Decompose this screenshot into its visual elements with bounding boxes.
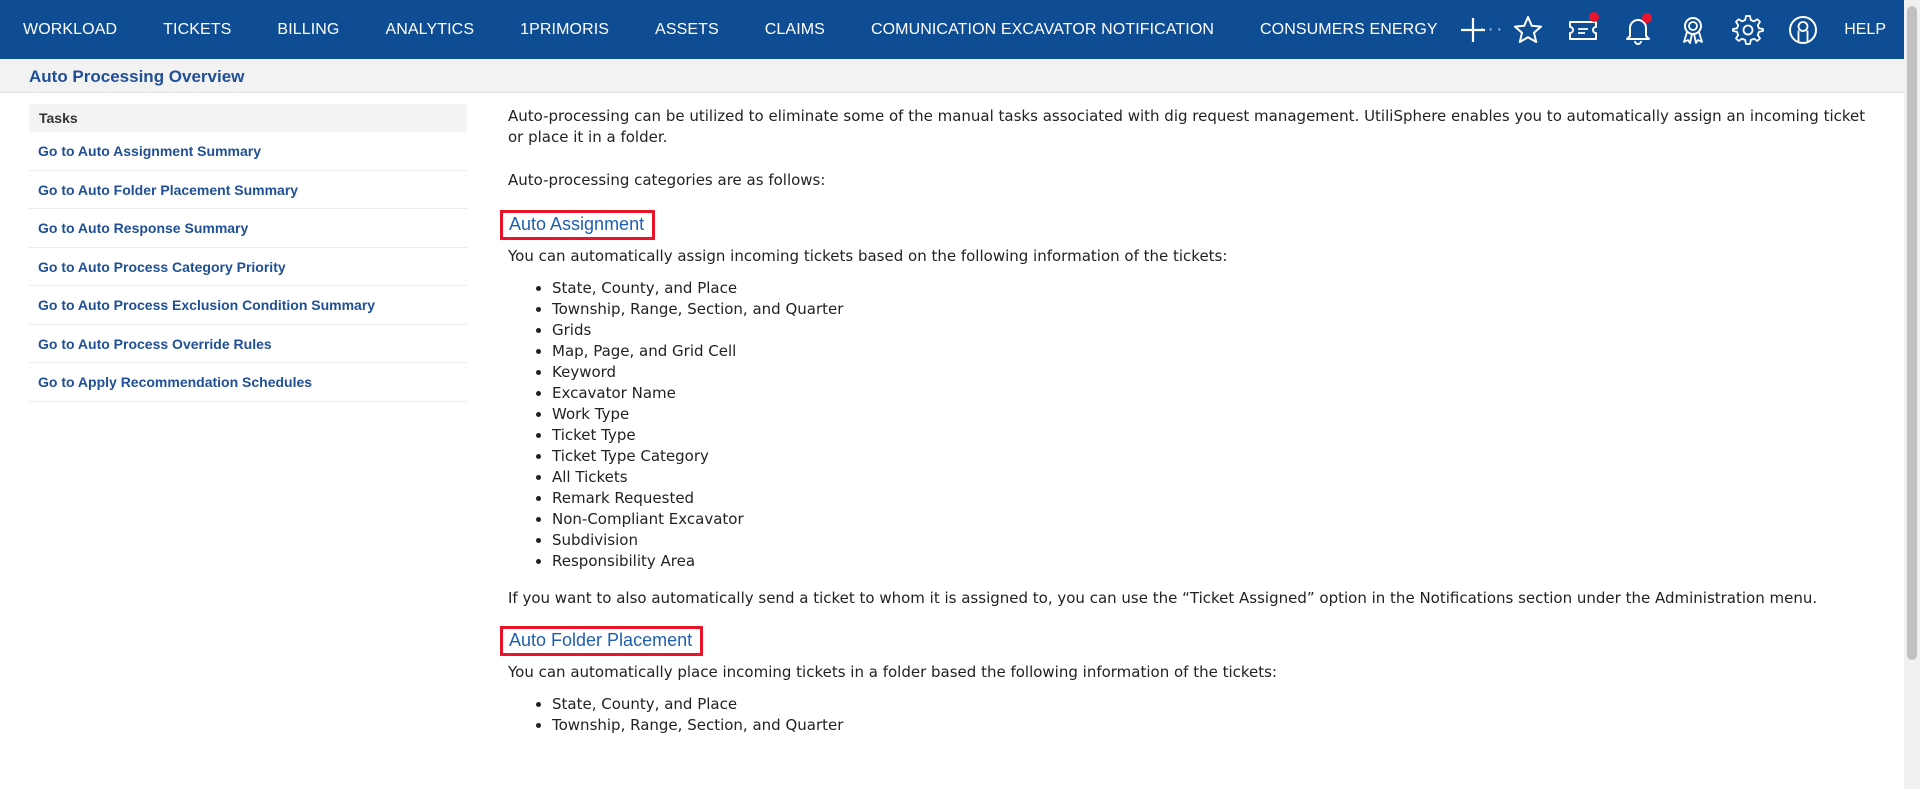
list-item: Map, Page, and Grid Cell [552,341,1878,362]
nav-item-consumers-energy[interactable]: CONSUMERS ENERGY [1237,0,1461,59]
auto-folder-placement-heading[interactable]: Auto Folder Placement [509,630,692,650]
intro-paragraph: Auto-processing can be utilized to elimi… [508,107,1866,146]
list-item: Grids [552,320,1878,341]
list-item: Keyword [552,362,1878,383]
auto-assignment-heading[interactable]: Auto Assignment [509,214,644,234]
nav-menu: WORKLOAD TICKETS BILLING ANALYTICS 1PRIM… [0,0,1523,59]
auto-folder-placement-highlight: Auto Folder Placement [500,626,704,656]
scrollbar-thumb[interactable] [1907,6,1917,660]
help-link[interactable]: HELP [1830,0,1904,59]
list-item: Township, Range, Section, and Quarter [552,715,1878,736]
tasks-sidebar: Tasks Go to Auto Assignment Summary Go t… [29,104,467,402]
award-icon[interactable] [1665,0,1720,59]
list-item: Responsibility Area [552,551,1878,572]
list-item: Non-Compliant Excavator [552,509,1878,530]
list-item: All Tickets [552,467,1878,488]
list-item: Work Type [552,404,1878,425]
nav-item-comunication-excavator-notification[interactable]: COMUNICATION EXCAVATOR NOTIFICATION [848,0,1237,59]
list-item: Ticket Type Category [552,446,1878,467]
nav-item-workload[interactable]: WORKLOAD [0,0,140,59]
auto-assignment-description: You can automatically assign incoming ti… [508,247,1228,265]
ticket-icon[interactable] [1555,0,1610,59]
list-item: Subdivision [552,530,1878,551]
sidebar-link-auto-assignment-summary[interactable]: Go to Auto Assignment Summary [29,132,467,171]
nav-item-assets[interactable]: ASSETS [632,0,742,59]
auto-folder-placement-list: State, County, and Place Township, Range… [508,694,1878,736]
nav-item-1primoris[interactable]: 1PRIMORIS [497,0,632,59]
nav-item-tickets[interactable]: TICKETS [140,0,254,59]
categories-intro: Auto-processing categories are as follow… [508,171,826,189]
auto-assignment-note: If you want to also automatically send a… [508,589,1818,607]
list-item: State, County, and Place [552,278,1878,299]
sidebar-link-auto-process-exclusion-condition-summary[interactable]: Go to Auto Process Exclusion Condition S… [29,286,467,325]
list-item: Township, Range, Section, and Quarter [552,299,1878,320]
auto-folder-placement-description: You can automatically place incoming tic… [508,663,1278,681]
nav-icon-group: HELP [1445,0,1904,59]
nav-item-claims[interactable]: CLAIMS [742,0,848,59]
nav-item-analytics[interactable]: ANALYTICS [362,0,497,59]
list-item: Excavator Name [552,383,1878,404]
sidebar-link-auto-folder-placement-summary[interactable]: Go to Auto Folder Placement Summary [29,171,467,209]
plus-icon[interactable] [1445,0,1500,59]
top-navigation-bar: WORKLOAD TICKETS BILLING ANALYTICS 1PRIM… [0,0,1904,59]
sidebar-link-apply-recommendation-schedules[interactable]: Go to Apply Recommendation Schedules [29,363,467,402]
star-icon[interactable] [1500,0,1555,59]
auto-assignment-list: State, County, and Place Township, Range… [508,278,1878,572]
page-title: Auto Processing Overview [29,67,245,86]
list-item: Remark Requested [552,488,1878,509]
sidebar-link-auto-response-summary[interactable]: Go to Auto Response Summary [29,209,467,248]
sidebar-link-auto-process-category-priority[interactable]: Go to Auto Process Category Priority [29,248,467,286]
nav-item-billing[interactable]: BILLING [254,0,362,59]
gear-icon[interactable] [1720,0,1775,59]
list-item: State, County, and Place [552,694,1878,715]
auto-assignment-highlight: Auto Assignment [500,210,656,240]
user-icon[interactable] [1775,0,1830,59]
tasks-heading: Tasks [29,104,467,132]
main-content: Auto-processing can be utilized to elimi… [500,103,1878,736]
list-item: Ticket Type [552,425,1878,446]
bell-icon[interactable] [1610,0,1665,59]
sidebar-link-auto-process-override-rules[interactable]: Go to Auto Process Override Rules [29,325,467,363]
page-scrollbar[interactable] [1904,0,1920,789]
page-header: Auto Processing Overview [0,59,1904,93]
